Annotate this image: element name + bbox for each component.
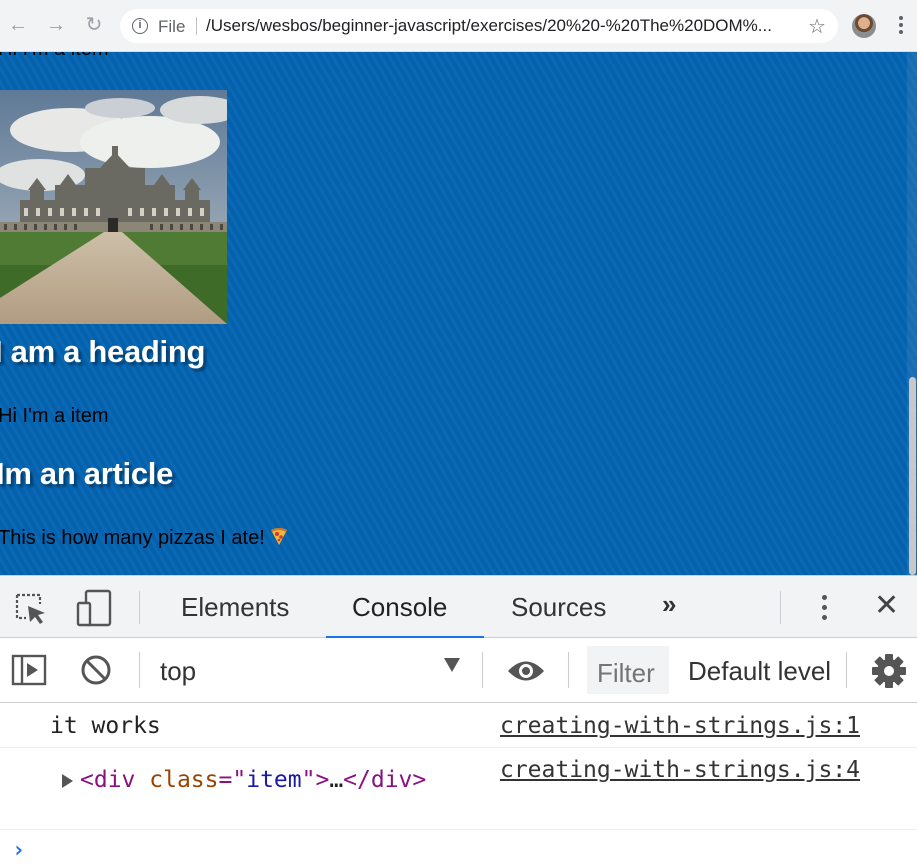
device-toolbar-icon[interactable]: [75, 589, 115, 632]
element-tag-name: div: [93, 767, 136, 793]
tab-elements[interactable]: Elements: [181, 592, 289, 623]
tab-sources[interactable]: Sources: [511, 592, 606, 623]
console-log-row: creating-with-strings.js:4 <div class="i…: [0, 748, 917, 830]
element-attr-name: class: [149, 767, 219, 793]
gear-icon[interactable]: [870, 652, 908, 695]
address-divider: [196, 17, 197, 35]
context-selector[interactable]: top: [160, 656, 196, 687]
pizza-icon: [269, 526, 289, 546]
eye-icon[interactable]: [506, 658, 546, 689]
castle-image: [0, 90, 227, 324]
sidebar-toggle-icon[interactable]: [11, 654, 47, 691]
log-levels-dropdown[interactable]: Default levels: [688, 656, 830, 687]
scroll-thumb[interactable]: [909, 377, 916, 575]
element-attr-eq: =": [218, 767, 247, 793]
star-icon[interactable]: ☆: [808, 14, 826, 39]
expand-triangle-icon[interactable]: [62, 774, 73, 788]
filter-input[interactable]: Filter: [587, 646, 669, 694]
scheme-label: File: [158, 17, 186, 36]
article-paragraph: This is how many pizzas I ate!: [0, 526, 289, 550]
toolbar-divider: [846, 652, 847, 688]
toolbar-divider: [482, 652, 483, 688]
page-viewport: Hi I'm a item: [0, 52, 917, 575]
list-item: Hi I'm a item: [0, 52, 109, 61]
profile-avatar[interactable]: [852, 14, 876, 38]
tab-console[interactable]: Console: [352, 592, 447, 623]
console-log-row: it works creating-with-strings.js:1: [0, 703, 917, 748]
list-item: Hi I'm a item: [0, 405, 109, 427]
more-tabs-icon[interactable]: »: [662, 589, 677, 620]
close-icon[interactable]: ✕: [874, 588, 899, 623]
clear-console-icon[interactable]: [80, 654, 112, 691]
logged-element[interactable]: <div class="item">…</div>: [80, 767, 426, 793]
element-close-tag: </div>: [343, 767, 427, 793]
chevron-down-icon[interactable]: [444, 658, 460, 672]
tab-divider: [780, 591, 781, 624]
forward-arrow-icon[interactable]: →: [43, 12, 69, 38]
browser-menu-icon[interactable]: [894, 14, 908, 38]
log-message: it works: [50, 713, 161, 739]
console-toolbar: top Filter Default levels: [0, 638, 917, 703]
reload-icon[interactable]: ↻: [81, 12, 107, 38]
info-icon[interactable]: i: [132, 18, 148, 34]
inspect-element-icon[interactable]: [14, 592, 48, 631]
toolbar-divider: [139, 652, 140, 688]
log-source-link[interactable]: creating-with-strings.js:4: [500, 757, 860, 783]
page-scrollbar[interactable]: [907, 52, 917, 575]
element-ellipsis: …: [329, 767, 344, 793]
devtools-menu-icon[interactable]: [818, 592, 830, 624]
url-text[interactable]: /Users/wesbos/beginner-javascript/exerci…: [206, 16, 796, 36]
devtools-panel: Elements Console Sources » ✕ top Filter …: [0, 575, 917, 866]
article-text: This is how many pizzas I ate!: [0, 527, 265, 549]
element-attr-close: ">: [301, 767, 330, 793]
toolbar-divider: [568, 652, 569, 688]
log-source-link[interactable]: creating-with-strings.js:1: [500, 713, 860, 739]
heading: I am a heading: [0, 334, 206, 369]
tab-divider: [139, 591, 140, 624]
back-arrow-icon[interactable]: ←: [5, 12, 31, 38]
filter-placeholder: Filter: [597, 658, 655, 688]
console-output: it works creating-with-strings.js:1 crea…: [0, 703, 917, 866]
article-heading: Im an article: [0, 456, 174, 491]
element-attr-value: item: [246, 767, 302, 793]
console-prompt-icon[interactable]: ›: [12, 838, 25, 863]
devtools-tabbar: Elements Console Sources » ✕: [0, 575, 917, 639]
address-bar[interactable]: i File /Users/wesbos/beginner-javascript…: [120, 9, 838, 43]
element-open-bracket: <: [80, 767, 94, 793]
browser-toolbar: ← → ↻ i File /Users/wesbos/beginner-java…: [0, 0, 917, 52]
